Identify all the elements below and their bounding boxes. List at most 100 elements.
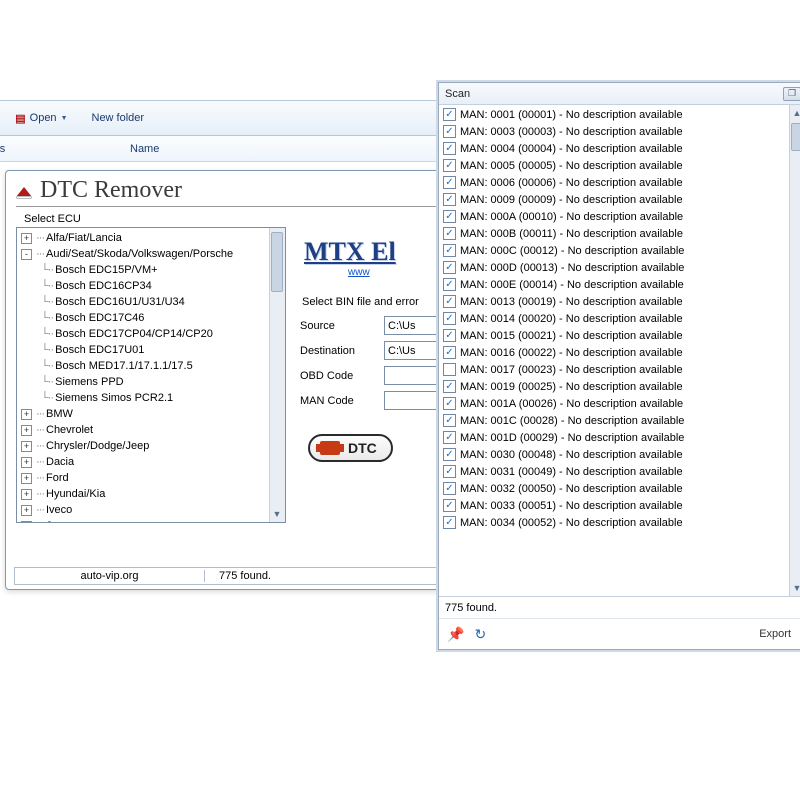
scan-row[interactable]: MAN: 0019 (00025) - No description avail…: [441, 378, 787, 395]
checkbox[interactable]: [443, 516, 456, 529]
checkbox[interactable]: [443, 312, 456, 325]
scan-row[interactable]: MAN: 000C (00012) - No description avail…: [441, 242, 787, 259]
ecu-tree[interactable]: +···Alfa/Fiat/Lancia -···Audi/Seat/Skoda…: [16, 227, 286, 523]
tree-node[interactable]: +···Hyundai/Kia: [19, 486, 283, 502]
checkbox[interactable]: [443, 482, 456, 495]
tree-leaf[interactable]: └··Bosch EDC17U01: [19, 342, 283, 358]
export-button[interactable]: Export: [759, 628, 791, 640]
tree-leaf[interactable]: └··Bosch EDC17CP04/CP14/CP20: [19, 326, 283, 342]
tree-node[interactable]: +···Jaguar: [19, 518, 283, 523]
tree-leaf[interactable]: └··Bosch MED17.1/17.1.1/17.5: [19, 358, 283, 374]
scan-row[interactable]: MAN: 000D (00013) - No description avail…: [441, 259, 787, 276]
scan-row[interactable]: MAN: 0006 (00006) - No description avail…: [441, 174, 787, 191]
scan-row[interactable]: MAN: 0009 (00009) - No description avail…: [441, 191, 787, 208]
expand-icon[interactable]: +: [21, 489, 32, 500]
checkbox[interactable]: [443, 380, 456, 393]
tree-node[interactable]: +···Chevrolet: [19, 422, 283, 438]
expand-icon[interactable]: +: [21, 425, 32, 436]
scan-row[interactable]: MAN: 0030 (00048) - No description avail…: [441, 446, 787, 463]
checkbox[interactable]: [443, 142, 456, 155]
tree-node[interactable]: +···Ford: [19, 470, 283, 486]
expand-icon[interactable]: +: [21, 457, 32, 468]
open-menu[interactable]: ▤ Open ▼: [15, 112, 67, 125]
scan-row[interactable]: MAN: 000E (00014) - No description avail…: [441, 276, 787, 293]
checkbox[interactable]: [443, 244, 456, 257]
checkbox[interactable]: [443, 278, 456, 291]
expand-icon[interactable]: +: [21, 521, 32, 524]
checkbox[interactable]: [443, 363, 456, 376]
name-column-header[interactable]: Name: [110, 143, 159, 155]
checkbox[interactable]: [443, 499, 456, 512]
tree-leaf[interactable]: └··Siemens Simos PCR2.1: [19, 390, 283, 406]
scan-row[interactable]: MAN: 0032 (00050) - No description avail…: [441, 480, 787, 497]
tree-node[interactable]: +···Dacia: [19, 454, 283, 470]
tree-node[interactable]: +···Alfa/Fiat/Lancia: [19, 230, 283, 246]
tree-leaf[interactable]: └··Bosch EDC16CP34: [19, 278, 283, 294]
scan-row[interactable]: MAN: 001C (00028) - No description avail…: [441, 412, 787, 429]
expand-icon[interactable]: +: [21, 441, 32, 452]
checkbox[interactable]: [443, 397, 456, 410]
tree-node[interactable]: +···BMW: [19, 406, 283, 422]
scan-row-text: MAN: 0031 (00049) - No description avail…: [460, 466, 683, 478]
tree-node[interactable]: +···Chrysler/Dodge/Jeep: [19, 438, 283, 454]
scroll-down-icon[interactable]: ▼: [789, 580, 800, 596]
scan-scrollbar[interactable]: ▲ ▼: [789, 105, 800, 596]
scan-row[interactable]: MAN: 0004 (00004) - No description avail…: [441, 140, 787, 157]
scan-row[interactable]: MAN: 001D (00029) - No description avail…: [441, 429, 787, 446]
scan-row[interactable]: MAN: 0001 (00001) - No description avail…: [441, 106, 787, 123]
checkbox[interactable]: [443, 108, 456, 121]
tree-leaf[interactable]: └··Bosch EDC16U1/U31/U34: [19, 294, 283, 310]
tree-leaf[interactable]: └··Bosch EDC15P/VM+: [19, 262, 283, 278]
collapse-icon[interactable]: -: [21, 249, 32, 260]
checkbox[interactable]: [443, 210, 456, 223]
scan-row[interactable]: MAN: 001A (00026) - No description avail…: [441, 395, 787, 412]
checkbox[interactable]: [443, 176, 456, 189]
checkbox[interactable]: [443, 227, 456, 240]
tree-node[interactable]: -···Audi/Seat/Skoda/Volkswagen/Porsche: [19, 246, 283, 262]
scan-row[interactable]: MAN: 0015 (00021) - No description avail…: [441, 327, 787, 344]
checkbox[interactable]: [443, 346, 456, 359]
checkbox[interactable]: [443, 261, 456, 274]
scan-row[interactable]: MAN: 0014 (00020) - No description avail…: [441, 310, 787, 327]
restore-window-icon[interactable]: ❐: [783, 87, 800, 101]
checkbox[interactable]: [443, 193, 456, 206]
scroll-down-icon[interactable]: ▼: [269, 506, 285, 522]
tree-scrollbar[interactable]: ▲ ▼: [269, 228, 285, 522]
tree-leaf[interactable]: └··Bosch EDC17C46: [19, 310, 283, 326]
scan-row[interactable]: MAN: 0017 (00023) - No description avail…: [441, 361, 787, 378]
scan-row[interactable]: MAN: 0033 (00051) - No description avail…: [441, 497, 787, 514]
tree-node[interactable]: +···Iveco: [19, 502, 283, 518]
checkbox[interactable]: [443, 329, 456, 342]
scan-row[interactable]: MAN: 0013 (00019) - No description avail…: [441, 293, 787, 310]
checkbox[interactable]: [443, 431, 456, 444]
scan-row-text: MAN: 000B (00011) - No description avail…: [460, 228, 683, 240]
refresh-icon[interactable]: ↻: [474, 626, 486, 643]
scan-row[interactable]: MAN: 0034 (00052) - No description avail…: [441, 514, 787, 531]
dtc-button[interactable]: DTC: [308, 434, 393, 462]
expand-icon[interactable]: +: [21, 505, 32, 516]
pin-icon[interactable]: 📌: [447, 626, 464, 643]
scan-list[interactable]: MAN: 0001 (00001) - No description avail…: [439, 105, 800, 597]
scan-row-text: MAN: 0009 (00009) - No description avail…: [460, 194, 683, 206]
new-folder-button[interactable]: New folder: [92, 112, 145, 124]
tree-leaf[interactable]: └··Siemens PPD: [19, 374, 283, 390]
scroll-thumb[interactable]: [791, 123, 800, 151]
checkbox[interactable]: [443, 125, 456, 138]
checkbox[interactable]: [443, 295, 456, 308]
expand-icon[interactable]: +: [21, 473, 32, 484]
scroll-thumb[interactable]: [271, 232, 283, 292]
expand-icon[interactable]: +: [21, 409, 32, 420]
scan-row[interactable]: MAN: 000A (00010) - No description avail…: [441, 208, 787, 225]
checkbox[interactable]: [443, 159, 456, 172]
scan-row[interactable]: MAN: 0003 (00003) - No description avail…: [441, 123, 787, 140]
scan-row[interactable]: MAN: 0005 (00005) - No description avail…: [441, 157, 787, 174]
favorites-header[interactable]: Favorites: [0, 143, 110, 155]
expand-icon[interactable]: +: [21, 233, 32, 244]
scroll-up-icon[interactable]: ▲: [789, 105, 800, 121]
scan-row[interactable]: MAN: 0016 (00022) - No description avail…: [441, 344, 787, 361]
checkbox[interactable]: [443, 448, 456, 461]
scan-row[interactable]: MAN: 000B (00011) - No description avail…: [441, 225, 787, 242]
checkbox[interactable]: [443, 465, 456, 478]
checkbox[interactable]: [443, 414, 456, 427]
scan-row[interactable]: MAN: 0031 (00049) - No description avail…: [441, 463, 787, 480]
